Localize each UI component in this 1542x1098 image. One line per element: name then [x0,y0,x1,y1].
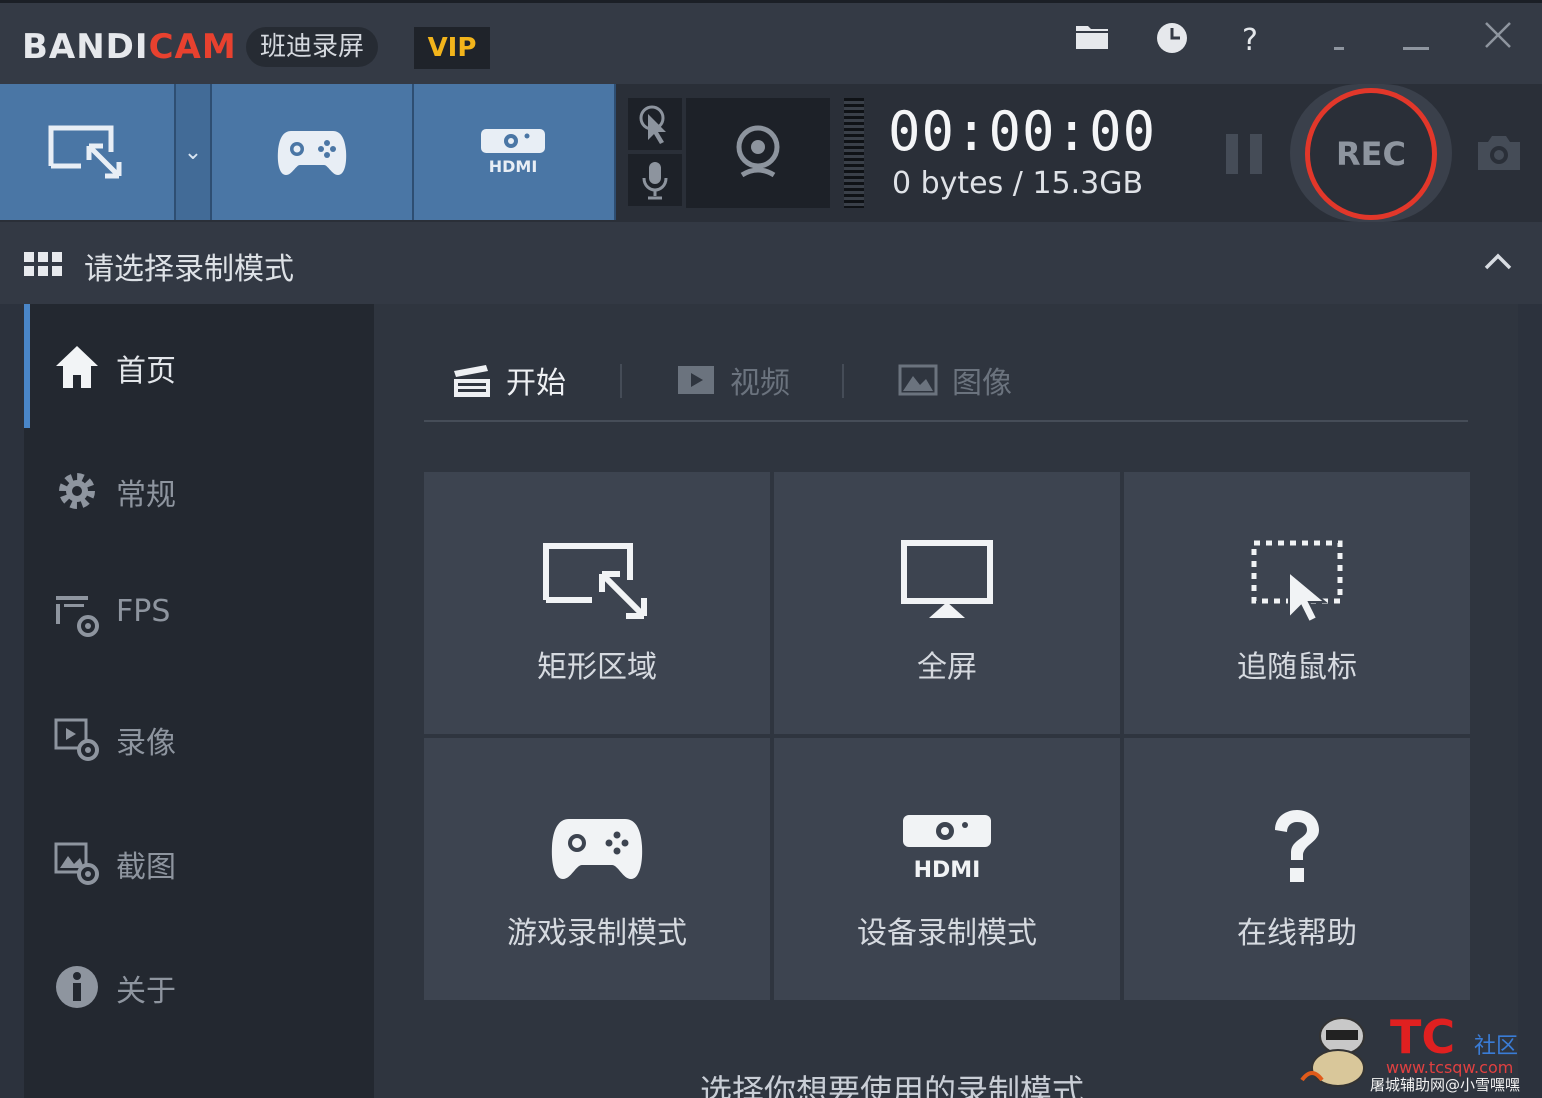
sidebar-item-label: 录像 [116,726,176,761]
gear-icon [59,473,95,509]
mode-card-label: 矩形区域 [537,650,657,685]
microphone-toggle[interactable] [628,154,682,206]
video-folder-icon [678,366,714,394]
mode-card-fullscreen[interactable]: 全屏 [774,472,1120,734]
hdmi-icon: HDMI [903,815,991,883]
question-icon [1275,810,1319,882]
collapse-chevron-icon[interactable] [1482,246,1514,278]
sidebar-item-label: 截图 [116,850,176,885]
sidebar-item-home[interactable]: 首页 [24,304,374,428]
fullscreen-monitor-icon [901,540,993,618]
sidebar-item-fps[interactable]: FPS [24,552,374,676]
mode-card-label: 游戏录制模式 [507,916,687,951]
sidebar-item-label: 首页 [116,354,176,389]
sidebar-item-screenshot[interactable]: 截图 [24,800,374,924]
mode-card-label: 在线帮助 [1237,916,1357,951]
tab-divider [620,364,622,398]
pause-button[interactable] [1222,134,1266,174]
video-settings-icon [54,718,99,761]
sidebar-item-video[interactable]: 录像 [24,676,374,800]
grid-icon [24,252,62,276]
bandicam-logo: BANDICAM [22,27,237,67]
screenshot-camera-icon[interactable] [1474,132,1524,174]
tab-label: 图像 [952,366,1012,401]
rectangle-area-icon [48,125,122,179]
mode-card-label: 追随鼠标 [1237,650,1357,685]
tab-divider [842,364,844,398]
vip-badge[interactable]: VIP [414,27,490,69]
tab-label: 视频 [730,366,790,401]
file-size-readout: 0 bytes / 15.3GB [892,166,1144,201]
settings-sidebar: 首页 常规 FPS 录像 截图 关于 [24,304,374,1098]
mode-card-label: 全屏 [917,650,977,685]
mode-select-title: 请选择录制模式 [84,252,294,287]
svg-text:HDMI: HDMI [489,157,538,176]
info-icon [56,966,98,1008]
home-tabs: 开始 视频 图像 [424,350,1468,422]
close-button[interactable] [1476,19,1520,63]
sidebar-item-about[interactable]: 关于 [24,924,374,1048]
mode-card-game[interactable]: 游戏录制模式 [424,738,770,1000]
clapperboard-icon [454,365,490,397]
mode-dropdown-button[interactable]: ⌄ [176,84,212,220]
svg-text:HDMI: HDMI [914,858,981,883]
microphone-icon [642,162,668,200]
webcam-icon [736,125,780,178]
audio-level-meter [844,98,864,208]
image-folder-icon [898,364,938,396]
watermark-logo: TC [1390,1010,1456,1064]
rectangle-mode-button[interactable] [0,84,176,220]
fps-icon [56,596,99,637]
game-mode-button[interactable] [212,84,414,220]
tab-image[interactable]: 图像 [898,358,1012,402]
rectangle-area-icon [543,543,647,619]
mode-card-label: 设备录制模式 [857,916,1037,951]
tab-video[interactable]: 视频 [676,358,790,402]
webcam-button[interactable] [686,98,830,208]
home-icon [56,346,98,388]
watermark-suffix: 社区 [1474,1034,1519,1059]
title-bar: BANDICAM 班迪录屏 VIP ? [0,0,1542,84]
sidebar-item-label: FPS [116,594,171,629]
device-mode-button[interactable]: HDMI [414,84,616,220]
minimize-button[interactable] [1394,19,1438,63]
mode-card-rectangle[interactable]: 矩形区域 [424,472,770,734]
app-subtitle: 班迪录屏 [246,27,379,67]
tab-start[interactable]: 开始 [452,358,566,402]
image-settings-icon [54,842,99,885]
tab-label: 开始 [506,366,566,401]
mode-card-follow-mouse[interactable]: 追随鼠标 [1124,472,1470,734]
mode-card-help[interactable]: 在线帮助 [1124,738,1470,1000]
minimize-to-tray-button[interactable] [1318,19,1362,63]
clock-icon[interactable] [1152,21,1192,61]
recording-timer: 00:00:00 [888,100,1157,163]
mode-card-device[interactable]: HDMI 设备录制模式 [774,738,1120,1000]
follow-mouse-icon [1251,540,1343,624]
sidebar-item-general[interactable]: 常规 [24,428,374,552]
mode-hint-text: 选择你想要使用的录制模式 [700,1072,1085,1098]
sidebar-item-label: 常规 [116,478,176,513]
cursor-effect-toggle[interactable] [628,98,682,150]
help-icon[interactable]: ? [1230,21,1270,61]
folder-icon[interactable] [1072,21,1112,61]
hdmi-icon: HDMI [481,129,545,176]
cursor-click-icon [639,105,666,144]
gamepad-icon [551,819,643,879]
watermark-text: 屠城辅助网@小雪嘿嘿 [1370,1076,1521,1094]
sidebar-item-label: 关于 [116,974,176,1009]
gamepad-icon [277,131,347,175]
rec-button[interactable]: REC [1305,88,1437,220]
